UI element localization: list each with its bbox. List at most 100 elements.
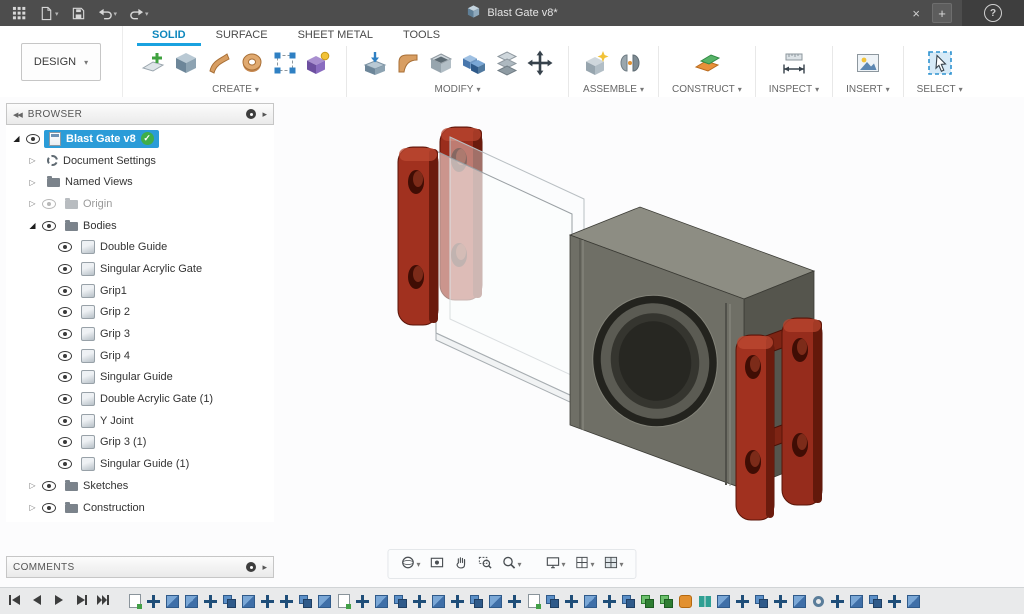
dropdown-caret-icon[interactable] <box>620 558 624 570</box>
browser-item-singular-acrylic-gate[interactable]: Singular Acrylic Gate <box>6 258 274 280</box>
toolbar-group-dropdown-inspect[interactable]: INSPECT <box>769 82 819 96</box>
measure-button[interactable] <box>779 49 809 79</box>
timeline-feature-extrude[interactable] <box>791 591 808 611</box>
dropdown-caret-icon[interactable] <box>114 7 118 19</box>
browser-item-named-views[interactable]: ▷Named Views <box>6 171 274 193</box>
timeline-feature-sketch[interactable] <box>126 591 143 611</box>
timeline-feature-pattern[interactable] <box>639 591 656 611</box>
browser-item-y-joint[interactable]: Y Joint <box>6 410 274 432</box>
visibility-eye-icon[interactable] <box>58 459 72 469</box>
timeline-feature-combine[interactable] <box>392 591 409 611</box>
model-left-grip-front[interactable] <box>398 147 438 325</box>
timeline-feature-extrude[interactable] <box>487 591 504 611</box>
visibility-eye-icon[interactable] <box>58 351 72 361</box>
visibility-eye-icon[interactable] <box>58 437 72 447</box>
split-body-button[interactable] <box>492 49 522 79</box>
browser-item-double-acrylic-gate-1[interactable]: Double Acrylic Gate (1) <box>6 388 274 410</box>
panel-collapse-icon[interactable] <box>13 109 22 120</box>
step-forward-button[interactable] <box>74 594 88 609</box>
timeline-feature-extrude[interactable] <box>905 591 922 611</box>
visibility-eye-icon[interactable] <box>58 329 72 339</box>
new-component-button[interactable] <box>582 49 612 79</box>
display-settings-button[interactable] <box>542 554 568 574</box>
viewport[interactable]: BROWSER ◢Blast Gate v8▷Document Settings… <box>0 97 1024 588</box>
browser-item-grip-3-1[interactable]: Grip 3 (1) <box>6 432 274 454</box>
expand-arrow-icon[interactable]: ▷ <box>27 503 38 512</box>
timeline-feature-extrude[interactable] <box>715 591 732 611</box>
timeline-feature-move[interactable] <box>563 591 580 611</box>
combine-button[interactable] <box>459 49 489 79</box>
dropdown-caret-icon[interactable] <box>517 558 521 570</box>
derive-button[interactable] <box>303 49 333 79</box>
timeline-feature-extrude[interactable] <box>582 591 599 611</box>
timeline-feature-combine[interactable] <box>867 591 884 611</box>
pan-button[interactable] <box>450 554 471 574</box>
press-pull-button[interactable] <box>360 49 390 79</box>
timeline-feature-form[interactable] <box>677 591 694 611</box>
toolbar-group-dropdown-modify[interactable]: MODIFY <box>360 82 555 96</box>
go-to-end-button[interactable] <box>96 594 110 609</box>
timeline-feature-combine[interactable] <box>753 591 770 611</box>
timeline-feature-move[interactable] <box>449 591 466 611</box>
go-to-start-button[interactable] <box>8 594 22 609</box>
timeline-feature-hole[interactable] <box>810 591 827 611</box>
timeline-feature-combine[interactable] <box>297 591 314 611</box>
timeline-feature-move[interactable] <box>506 591 523 611</box>
browser-item-blast-gate-v8[interactable]: ◢Blast Gate v8 <box>6 128 274 150</box>
browser-item-grip-2[interactable]: Grip 2 <box>6 302 274 324</box>
joint-button[interactable] <box>615 49 645 79</box>
move-button[interactable] <box>525 49 555 79</box>
select-button[interactable] <box>925 49 955 79</box>
timeline-feature-move[interactable] <box>601 591 618 611</box>
tab-solid[interactable]: SOLID <box>137 26 201 46</box>
timeline-feature-combine[interactable] <box>221 591 238 611</box>
browser-item-sketches[interactable]: ▷Sketches <box>6 475 274 497</box>
timeline-feature-move[interactable] <box>278 591 295 611</box>
workspace-switcher[interactable]: DESIGN <box>21 43 101 81</box>
timeline-feature-mirror[interactable] <box>696 591 713 611</box>
timeline-feature-extrude[interactable] <box>316 591 333 611</box>
panel-expand-icon[interactable] <box>262 109 267 120</box>
timeline-feature-extrude[interactable] <box>430 591 447 611</box>
collapse-arrow-icon[interactable]: ◢ <box>27 221 38 230</box>
timeline-feature-move[interactable] <box>772 591 789 611</box>
visibility-eye-icon[interactable] <box>42 221 56 231</box>
timeline-feature-sketch[interactable] <box>525 591 542 611</box>
visibility-eye-icon[interactable] <box>58 394 72 404</box>
timeline-feature-pattern[interactable] <box>658 591 675 611</box>
extrude-button[interactable] <box>171 49 201 79</box>
dropdown-caret-icon[interactable] <box>591 558 595 570</box>
timeline-feature-move[interactable] <box>259 591 276 611</box>
play-button[interactable] <box>52 594 66 609</box>
zoom-button[interactable] <box>498 554 524 574</box>
expand-arrow-icon[interactable]: ▷ <box>27 178 38 187</box>
visibility-eye-icon[interactable] <box>26 134 40 144</box>
timeline-feature-combine[interactable] <box>544 591 561 611</box>
zoom-window-button[interactable] <box>474 554 495 574</box>
browser-item-grip1[interactable]: Grip1 <box>6 280 274 302</box>
timeline-feature-combine[interactable] <box>620 591 637 611</box>
visibility-eye-icon[interactable] <box>42 199 56 209</box>
browser-item-singular-guide[interactable]: Singular Guide <box>6 367 274 389</box>
grid-snap-button[interactable] <box>572 554 598 574</box>
browser-item-origin[interactable]: ▷Origin <box>6 193 274 215</box>
save-button[interactable] <box>67 4 90 23</box>
shell-button[interactable] <box>426 49 456 79</box>
browser-item-grip-4[interactable]: Grip 4 <box>6 345 274 367</box>
app-grid-button[interactable] <box>8 4 31 23</box>
redo-button[interactable] <box>125 4 153 23</box>
timeline-feature-extrude[interactable] <box>164 591 181 611</box>
file-menu-button[interactable] <box>35 4 63 23</box>
construction-plane-button[interactable] <box>692 49 722 79</box>
revolve-button[interactable] <box>237 49 267 79</box>
browser-item-document-settings[interactable]: ▷Document Settings <box>6 150 274 172</box>
timeline-feature-move[interactable] <box>145 591 162 611</box>
timeline-feature-extrude[interactable] <box>183 591 200 611</box>
model-right-grip-rear[interactable] <box>782 318 822 505</box>
tab-sheet-metal[interactable]: SHEET METAL <box>283 26 388 46</box>
dropdown-caret-icon[interactable] <box>561 558 565 570</box>
help-button[interactable]: ? <box>984 4 1002 22</box>
visibility-eye-icon[interactable] <box>42 503 56 513</box>
browser-item-grip-3[interactable]: Grip 3 <box>6 323 274 345</box>
panel-expand-icon[interactable] <box>262 562 267 573</box>
